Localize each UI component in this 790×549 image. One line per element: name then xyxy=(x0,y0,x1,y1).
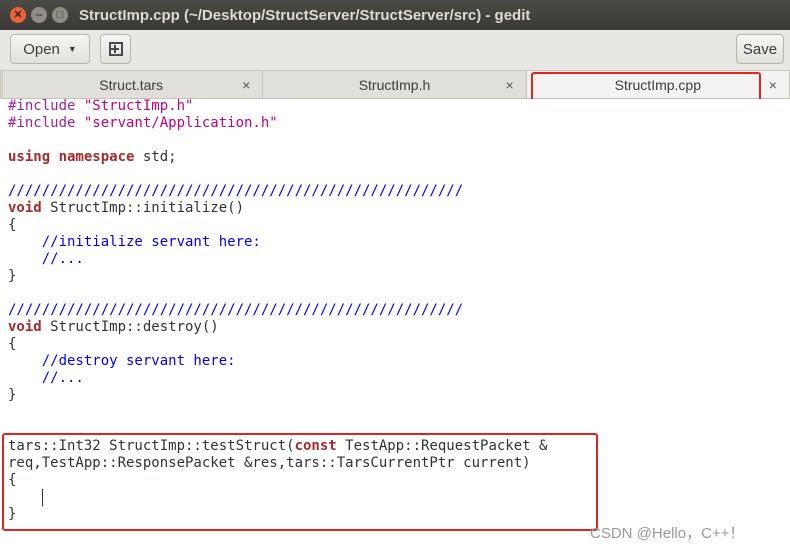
tab-label: Struct.tars xyxy=(99,76,164,93)
text-editor[interactable]: #include "StructImp.h" #include "servant… xyxy=(0,98,790,549)
open-button[interactable]: Open ▼ xyxy=(10,34,90,64)
code-line: } xyxy=(8,268,17,284)
comment-line: //... xyxy=(8,370,84,386)
header-bar: Open ▼ Save xyxy=(0,30,790,71)
comment-line: //initialize servant here: xyxy=(8,234,261,250)
title-bar: ✕ ‒ □ StructImp.cpp (~/Desktop/StructSer… xyxy=(0,0,790,30)
keyword: void xyxy=(8,319,42,335)
close-icon[interactable]: × xyxy=(769,77,777,93)
keyword: using namespace xyxy=(8,149,135,165)
code-line: { xyxy=(8,336,17,352)
tab-structimp-h[interactable]: StructImp.h × xyxy=(263,71,527,98)
new-tab-icon xyxy=(108,42,123,56)
code-line: { xyxy=(8,217,17,233)
code-line: } xyxy=(8,387,17,403)
code-line: void StructImp::initialize() xyxy=(8,200,244,216)
code-line: #include "servant/Application.h" xyxy=(8,115,278,131)
tab-struct-tars[interactable]: Struct.tars × xyxy=(0,71,264,98)
keyword: void xyxy=(8,200,42,216)
close-icon[interactable]: × xyxy=(242,77,250,93)
close-window-button[interactable]: ✕ xyxy=(10,7,26,23)
new-tab-button[interactable] xyxy=(100,34,131,64)
open-label: Open xyxy=(23,40,60,58)
code-text: std; xyxy=(134,149,177,165)
code-text: StructImp::initialize() xyxy=(41,200,245,216)
comment-line: ////////////////////////////////////////… xyxy=(8,183,464,199)
comment-line: //destroy servant here: xyxy=(8,353,236,369)
comment-line: //... xyxy=(8,251,84,267)
preprocessor-directive: #include xyxy=(8,98,84,114)
minimize-window-button[interactable]: ‒ xyxy=(31,7,47,23)
string-literal: "servant/Application.h" xyxy=(83,115,278,131)
maximize-window-button[interactable]: □ xyxy=(52,7,68,23)
window-title: StructImp.cpp (~/Desktop/StructServer/St… xyxy=(79,6,531,24)
function-highlight-box xyxy=(2,433,598,531)
save-button[interactable]: Save xyxy=(736,34,784,64)
preprocessor-directive: #include xyxy=(8,115,84,131)
comment-line: ////////////////////////////////////////… xyxy=(8,302,464,318)
code-line: using namespace std; xyxy=(8,149,177,165)
chevron-down-icon: ▼ xyxy=(67,44,77,54)
watermark: CSDN @Hello，C++！ xyxy=(590,525,745,542)
tab-bar: Struct.tars × StructImp.h × StructImp.cp… xyxy=(0,71,790,102)
close-icon[interactable]: × xyxy=(505,77,513,93)
tab-highlight-box xyxy=(530,72,761,102)
tab-label: StructImp.h xyxy=(358,76,431,93)
string-literal: "StructImp.h" xyxy=(83,98,194,114)
code-line: void StructImp::destroy() xyxy=(8,319,219,335)
code-text: StructImp::destroy() xyxy=(41,319,219,335)
code-line: #include "StructImp.h" xyxy=(8,98,193,114)
tab-structimp-cpp[interactable]: StructImp.cpp × xyxy=(526,71,790,102)
